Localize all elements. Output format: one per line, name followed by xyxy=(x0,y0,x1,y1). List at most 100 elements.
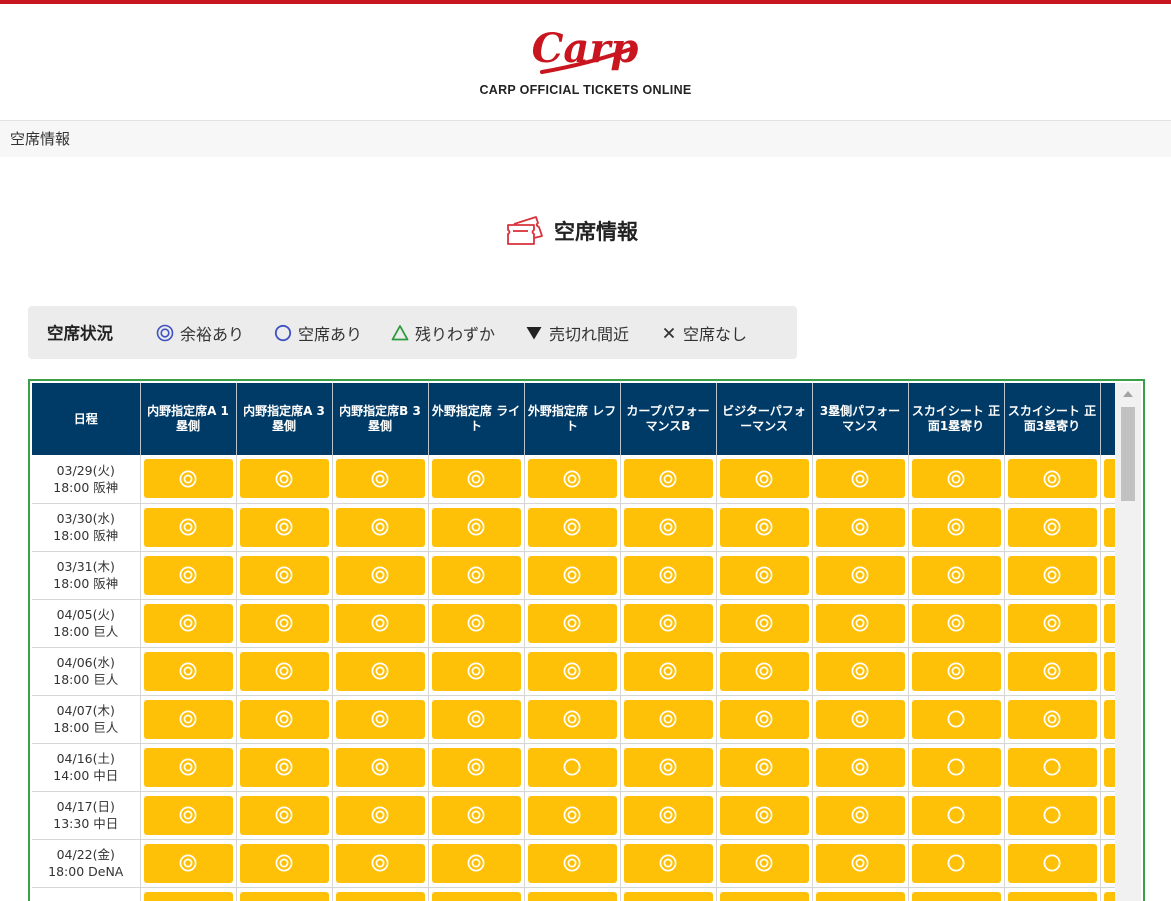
seat-availability-button[interactable] xyxy=(143,651,233,691)
seat-availability-button[interactable] xyxy=(719,891,809,901)
seat-availability-button[interactable] xyxy=(719,507,809,547)
carp-logo[interactable]: Carp xyxy=(528,24,642,78)
seat-availability-button[interactable] xyxy=(911,651,1001,691)
seat-availability-button[interactable] xyxy=(815,459,905,499)
vertical-scrollbar[interactable] xyxy=(1115,383,1141,901)
seat-availability-button[interactable] xyxy=(239,795,329,835)
seat-availability-button[interactable] xyxy=(239,699,329,739)
seat-availability-button[interactable] xyxy=(239,459,329,499)
seat-availability-button[interactable] xyxy=(911,747,1001,787)
seat-availability-button[interactable] xyxy=(1007,699,1097,739)
seat-availability-button[interactable] xyxy=(719,843,809,883)
seat-availability-button[interactable] xyxy=(719,651,809,691)
seat-availability-button[interactable] xyxy=(335,651,425,691)
seat-availability-button[interactable] xyxy=(1007,507,1097,547)
seat-availability-button[interactable] xyxy=(911,555,1001,595)
seat-availability-button[interactable] xyxy=(431,459,521,499)
seat-availability-button[interactable] xyxy=(527,699,617,739)
seat-availability-button[interactable] xyxy=(431,555,521,595)
seat-availability-button[interactable] xyxy=(335,747,425,787)
seat-availability-button[interactable] xyxy=(623,603,713,643)
seat-availability-button[interactable] xyxy=(143,507,233,547)
seat-availability-button[interactable] xyxy=(815,891,905,901)
seat-availability-button[interactable] xyxy=(143,603,233,643)
seat-availability-button[interactable] xyxy=(815,795,905,835)
seat-availability-button[interactable] xyxy=(527,747,617,787)
seat-availability-button[interactable] xyxy=(335,507,425,547)
seat-availability-button[interactable] xyxy=(335,555,425,595)
seat-availability-button[interactable] xyxy=(335,699,425,739)
seat-availability-button[interactable] xyxy=(239,507,329,547)
seat-availability-button[interactable] xyxy=(623,843,713,883)
seat-availability-button[interactable] xyxy=(431,507,521,547)
seat-availability-button[interactable] xyxy=(911,795,1001,835)
seat-availability-button[interactable] xyxy=(431,603,521,643)
seat-availability-button[interactable] xyxy=(527,795,617,835)
seat-availability-button[interactable] xyxy=(527,459,617,499)
seat-availability-button[interactable] xyxy=(431,891,521,901)
seat-availability-button[interactable] xyxy=(143,747,233,787)
seat-availability-button[interactable] xyxy=(1007,459,1097,499)
seat-availability-button[interactable] xyxy=(719,555,809,595)
seat-availability-button[interactable] xyxy=(143,459,233,499)
seat-availability-button[interactable] xyxy=(527,891,617,901)
seat-availability-button[interactable] xyxy=(815,507,905,547)
scroll-up-arrow-icon[interactable] xyxy=(1123,391,1133,397)
seat-availability-button[interactable] xyxy=(911,891,1001,901)
seat-availability-button[interactable] xyxy=(815,603,905,643)
seat-availability-button[interactable] xyxy=(527,603,617,643)
seat-availability-button[interactable] xyxy=(335,459,425,499)
seat-availability-button[interactable] xyxy=(143,555,233,595)
seat-availability-button[interactable] xyxy=(719,795,809,835)
seat-availability-button[interactable] xyxy=(911,507,1001,547)
seat-availability-button[interactable] xyxy=(623,699,713,739)
seat-availability-button[interactable] xyxy=(623,459,713,499)
seat-availability-button[interactable] xyxy=(239,603,329,643)
seat-availability-button[interactable] xyxy=(431,651,521,691)
seat-availability-button[interactable] xyxy=(911,843,1001,883)
seat-availability-button[interactable] xyxy=(815,555,905,595)
seat-availability-button[interactable] xyxy=(623,651,713,691)
seat-availability-button[interactable] xyxy=(911,603,1001,643)
seat-availability-button[interactable] xyxy=(623,891,713,901)
seat-availability-button[interactable] xyxy=(431,843,521,883)
seat-availability-button[interactable] xyxy=(719,699,809,739)
breadcrumb[interactable]: 空席情報 xyxy=(0,121,1171,157)
seat-availability-button[interactable] xyxy=(335,843,425,883)
seat-availability-button[interactable] xyxy=(815,651,905,691)
seat-availability-button[interactable] xyxy=(335,795,425,835)
scrollbar-thumb[interactable] xyxy=(1121,407,1135,501)
seat-availability-button[interactable] xyxy=(143,891,233,901)
seat-availability-button[interactable] xyxy=(239,891,329,901)
seat-availability-button[interactable] xyxy=(623,507,713,547)
seat-availability-button[interactable] xyxy=(431,699,521,739)
seat-availability-button[interactable] xyxy=(335,891,425,901)
seat-availability-button[interactable] xyxy=(1007,747,1097,787)
seat-availability-button[interactable] xyxy=(623,555,713,595)
seat-availability-button[interactable] xyxy=(1007,891,1097,901)
seat-availability-button[interactable] xyxy=(143,843,233,883)
seat-availability-button[interactable] xyxy=(143,795,233,835)
seat-availability-button[interactable] xyxy=(1007,651,1097,691)
seat-availability-button[interactable] xyxy=(719,747,809,787)
seat-availability-button[interactable] xyxy=(815,699,905,739)
seat-availability-button[interactable] xyxy=(1007,555,1097,595)
seat-availability-button[interactable] xyxy=(335,603,425,643)
seat-availability-button[interactable] xyxy=(623,747,713,787)
seat-availability-button[interactable] xyxy=(1007,795,1097,835)
seat-availability-button[interactable] xyxy=(239,555,329,595)
seat-availability-button[interactable] xyxy=(527,843,617,883)
seat-availability-button[interactable] xyxy=(911,699,1001,739)
seat-availability-button[interactable] xyxy=(1007,843,1097,883)
seat-availability-button[interactable] xyxy=(815,747,905,787)
seat-availability-button[interactable] xyxy=(719,603,809,643)
seat-availability-button[interactable] xyxy=(239,843,329,883)
seat-availability-button[interactable] xyxy=(431,747,521,787)
seat-availability-button[interactable] xyxy=(527,651,617,691)
seat-availability-button[interactable] xyxy=(527,507,617,547)
seat-availability-button[interactable] xyxy=(911,459,1001,499)
seat-availability-button[interactable] xyxy=(719,459,809,499)
seat-availability-button[interactable] xyxy=(239,651,329,691)
seat-availability-button[interactable] xyxy=(815,843,905,883)
seat-availability-button[interactable] xyxy=(1007,603,1097,643)
